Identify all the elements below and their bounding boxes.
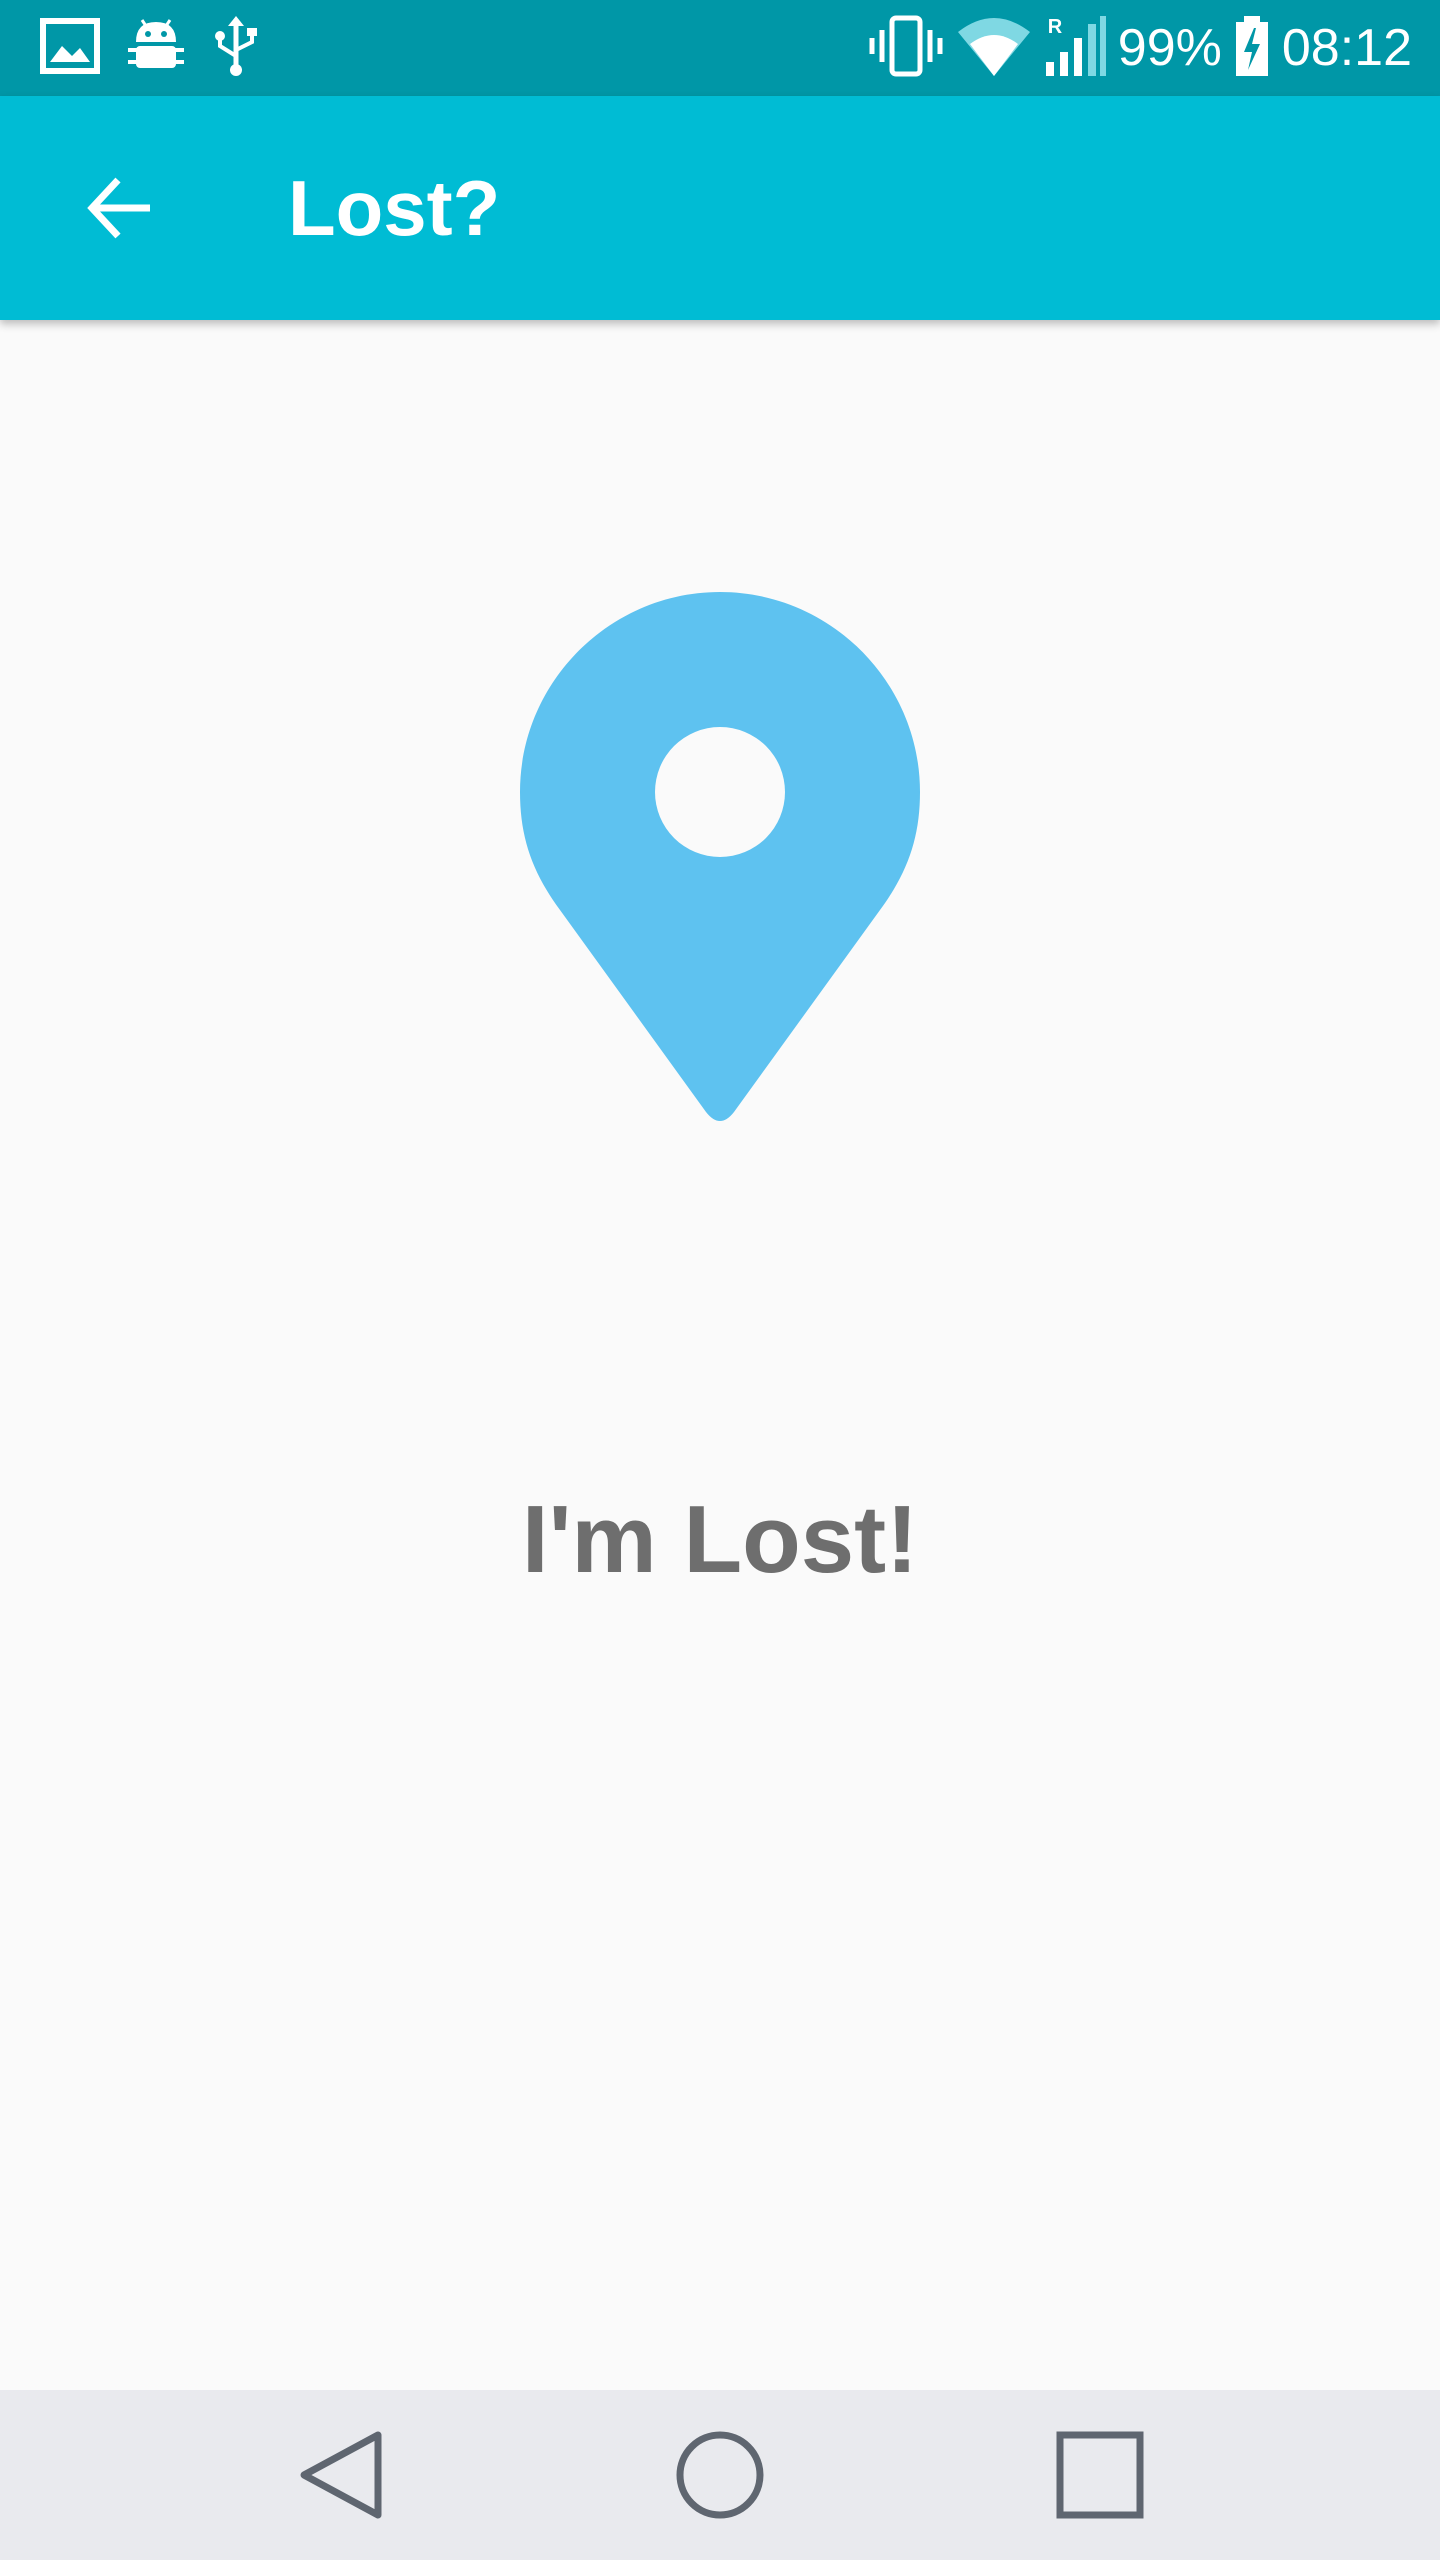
arrow-back-icon bbox=[87, 177, 150, 239]
image-icon bbox=[40, 17, 100, 79]
status-clock: 08:12 bbox=[1281, 19, 1412, 77]
signal-icon: R bbox=[1044, 14, 1106, 83]
home-circle-icon bbox=[676, 2431, 764, 2519]
recents-square-icon bbox=[1056, 2431, 1144, 2519]
lost-message: I'm Lost! bbox=[521, 1486, 919, 1593]
status-bar-right-icons: R 99% 08:12 bbox=[868, 12, 1412, 84]
location-pin-icon bbox=[520, 592, 920, 1121]
back-button[interactable] bbox=[60, 148, 180, 268]
nav-home-button[interactable] bbox=[660, 2415, 780, 2535]
android-icon bbox=[128, 16, 184, 81]
vibrate-icon bbox=[868, 14, 944, 83]
app-bar: Lost? bbox=[0, 96, 1440, 320]
roaming-indicator: R bbox=[1047, 15, 1063, 38]
wifi-icon bbox=[956, 14, 1032, 83]
nav-recents-button[interactable] bbox=[1040, 2415, 1160, 2535]
status-bar-left-icons bbox=[40, 14, 260, 83]
usb-icon bbox=[212, 14, 260, 83]
battery-icon bbox=[1234, 14, 1270, 83]
back-triangle-icon bbox=[300, 2431, 382, 2519]
battery-percent: 99% bbox=[1117, 19, 1222, 77]
page-title: Lost? bbox=[288, 164, 501, 252]
navigation-bar bbox=[0, 2390, 1440, 2560]
nav-back-button[interactable] bbox=[280, 2415, 400, 2535]
status-bar: R 99% 08:12 bbox=[0, 0, 1440, 96]
